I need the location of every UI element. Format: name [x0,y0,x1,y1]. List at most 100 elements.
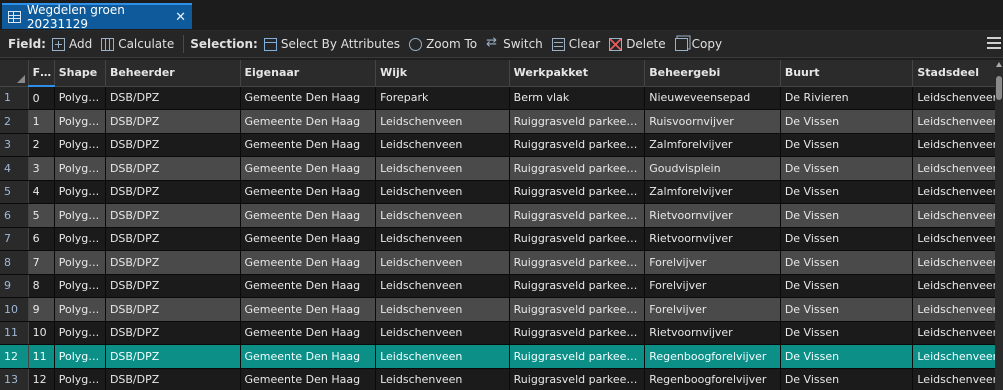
table-cell[interactable]: Nieuweveensepad [644,86,781,110]
table-cell[interactable]: Leidschenveen [375,250,510,275]
row-number[interactable]: 8 [0,250,29,275]
table-cell[interactable]: Leidschenveen [375,321,510,345]
table-cell[interactable]: 11 [28,344,55,369]
table-cell[interactable]: DSB/DPZ [105,368,241,390]
table-cell[interactable]: 8 [28,274,55,298]
table-cell[interactable]: Polygon [54,250,106,275]
table-cell[interactable]: Leidschenveen [375,297,510,322]
table-cell[interactable]: DSB/DPZ [105,133,241,157]
table-cell[interactable]: De Vissen [780,274,914,298]
table-cell[interactable]: Forepark [375,86,510,110]
table-cell[interactable]: Ruiggrasveld parkeert... [509,203,646,228]
table-cell[interactable]: De Vissen [780,321,914,345]
table-cell[interactable]: Leidschenveen- [912,180,995,204]
table-cell[interactable]: Forelvijver [644,250,781,275]
table-cell[interactable]: Polygon [54,156,106,181]
table-cell[interactable]: 4 [28,180,55,204]
scroll-up-arrow-icon[interactable] [996,62,1002,67]
column-header[interactable]: Stadsdeel [912,60,995,87]
table-cell[interactable]: Gemeente Den Haag [240,180,377,204]
table-cell[interactable]: Leidschenveen- [912,227,995,251]
table-cell[interactable]: DSB/DPZ [105,86,241,110]
row-number[interactable]: 13 [0,368,29,390]
column-header[interactable]: Buurt [780,60,914,87]
table-cell[interactable]: De Vissen [780,133,914,157]
table-cell[interactable]: De Vissen [780,180,914,204]
table-cell[interactable]: Polygon [54,109,106,134]
table-cell[interactable]: Forelvijver [644,297,781,322]
table-cell[interactable]: 3 [28,156,55,181]
table-cell[interactable]: Berm vlak [509,86,646,110]
column-header[interactable]: FID [28,60,55,87]
select-by-attributes-button[interactable]: Select By Attributes [263,37,400,51]
table-cell[interactable]: Gemeente Den Haag [240,250,377,275]
row-number[interactable]: 9 [0,274,29,298]
table-cell[interactable]: DSB/DPZ [105,321,241,345]
table-cell[interactable]: Ruiggrasveld parkeert... [509,274,646,298]
table-cell[interactable]: Rietvoornvijver [644,321,781,345]
table-cell[interactable]: Leidschenveen- [912,368,995,390]
menu-icon[interactable] [987,37,1001,49]
table-cell[interactable]: DSB/DPZ [105,250,241,275]
table-cell[interactable]: Polygon [54,227,106,251]
table-cell[interactable]: Polygon [54,86,106,110]
table-cell[interactable]: Leidschenveen- [912,109,995,134]
table-cell[interactable]: De Vissen [780,344,914,369]
table-cell[interactable]: De Vissen [780,203,914,228]
table-cell[interactable]: De Vissen [780,297,914,322]
table-row-selected[interactable]: 12 11 Polygon DSB/DPZ Gemeente Den Haag Leids… [0,344,995,369]
table-cell[interactable]: DSB/DPZ [105,156,241,181]
table-cell[interactable]: 1 [28,109,55,134]
table-cell[interactable]: Goudvisplein [644,156,781,181]
table-cell[interactable]: Polygon [54,368,106,390]
table-cell[interactable]: Leidschenveen- [912,250,995,275]
table-cell[interactable]: Gemeente Den Haag [240,109,377,134]
table-cell[interactable]: Ruiggrasveld parkeert... [509,156,646,181]
column-header[interactable]: Shape [54,60,106,87]
table-cell[interactable]: Rietvoornvijver [644,227,781,251]
table-row[interactable]: 8 7 Polygon DSB/DPZ Gemeente Den Haag Leidsch… [0,250,995,275]
table-cell[interactable]: Ruiggrasveld parkeert... [509,344,646,369]
table-cell[interactable]: Leidschenveen [375,344,510,369]
table-cell[interactable]: Leidschenveen [375,368,510,390]
table-cell[interactable]: Ruiggrasveld parkeert... [509,109,646,134]
attribute-table-tab[interactable]: Wegdelen groen 20231129 ✕ [2,3,192,31]
table-cell[interactable]: Leidschenveen [375,274,510,298]
table-cell[interactable]: DSB/DPZ [105,274,241,298]
table-cell[interactable]: Gemeente Den Haag [240,297,377,322]
table-row[interactable]: 9 8 Polygon DSB/DPZ Gemeente Den Haag Leidsch… [0,274,995,298]
switch-selection-button[interactable]: Switch [486,35,543,52]
table-cell[interactable]: Leidschenveen [375,156,510,181]
table-row[interactable]: 10 9 Polygon DSB/DPZ Gemeente Den Haag Leidsc… [0,297,995,322]
table-cell[interactable]: 5 [28,203,55,228]
table-cell[interactable]: Zalmforelvijver [644,180,781,204]
row-number[interactable]: 1 [0,86,29,110]
column-header[interactable]: Eigenaar [240,60,377,87]
table-cell[interactable]: Leidschenveen [375,203,510,228]
row-number[interactable]: 11 [0,321,29,345]
table-cell[interactable]: Zalmforelvijver [644,133,781,157]
table-cell[interactable]: Leidschenveen [375,227,510,251]
table-cell[interactable]: 9 [28,297,55,322]
table-cell[interactable]: Gemeente Den Haag [240,321,377,345]
row-number[interactable]: 2 [0,109,29,134]
row-number[interactable]: 7 [0,227,29,251]
table-cell[interactable]: Leidschenveen- [912,344,995,369]
row-number[interactable]: 12 [0,344,29,369]
column-header[interactable]: Beheergebi [644,60,781,87]
table-row[interactable]: 7 6 Polygon DSB/DPZ Gemeente Den Haag Leidsch… [0,227,995,251]
table-cell[interactable]: 6 [28,227,55,251]
table-cell[interactable]: Ruiggrasveld parkeert... [509,368,646,390]
table-cell[interactable]: DSB/DPZ [105,344,241,369]
table-row[interactable]: 3 2 Polygon DSB/DPZ Gemeente Den Haag Leidsch… [0,133,995,157]
table-cell[interactable]: DSB/DPZ [105,203,241,228]
table-cell[interactable]: Polygon [54,180,106,204]
table-cell[interactable]: Rietvoornvijver [644,203,781,228]
table-cell[interactable]: Ruiggrasveld parkeert... [509,250,646,275]
table-cell[interactable]: Gemeente Den Haag [240,368,377,390]
table-row[interactable]: 1 0 Polygon DSB/DPZ Gemeente Den Haag Forepar… [0,86,995,110]
table-cell[interactable]: Ruisvoornvijver [644,109,781,134]
table-cell[interactable]: Gemeente Den Haag [240,344,377,369]
delete-selection-button[interactable]: Delete [609,37,666,51]
table-cell[interactable]: Gemeente Den Haag [240,133,377,157]
